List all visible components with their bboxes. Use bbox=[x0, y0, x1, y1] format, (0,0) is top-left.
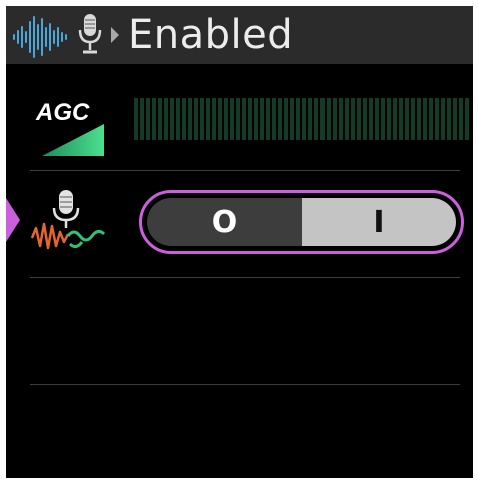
meter-segment bbox=[404, 98, 409, 140]
meter-segment bbox=[266, 98, 271, 140]
toggle-track: O I bbox=[147, 198, 456, 246]
caret-right-icon bbox=[111, 27, 119, 43]
meter-segment bbox=[446, 98, 451, 140]
meter-segment bbox=[350, 98, 355, 140]
agc-level-meter bbox=[134, 98, 469, 140]
meter-segment bbox=[344, 98, 349, 140]
noise-reduction-toggle[interactable]: O I bbox=[139, 190, 464, 254]
meter-segment bbox=[284, 98, 289, 140]
toggle-on-symbol: I bbox=[373, 204, 385, 240]
meter-segment bbox=[368, 98, 373, 140]
meter-segment bbox=[320, 98, 325, 140]
meter-segment bbox=[314, 98, 319, 140]
meter-segment bbox=[362, 98, 367, 140]
meter-segment bbox=[386, 98, 391, 140]
meter-segment bbox=[164, 98, 169, 140]
meter-segment bbox=[218, 98, 223, 140]
meter-segment bbox=[254, 98, 259, 140]
meter-segment bbox=[212, 98, 217, 140]
divider bbox=[30, 384, 460, 385]
agc-label: AGC bbox=[35, 99, 90, 126]
meter-segment bbox=[176, 98, 181, 140]
meter-segment bbox=[170, 98, 175, 140]
meter-segment bbox=[392, 98, 397, 140]
meter-segment bbox=[422, 98, 427, 140]
meter-segment bbox=[464, 98, 469, 140]
divider bbox=[30, 170, 460, 171]
meter-segment bbox=[326, 98, 331, 140]
meter-segment bbox=[428, 98, 433, 140]
header-bar: Enabled bbox=[6, 6, 473, 64]
meter-segment bbox=[374, 98, 379, 140]
toggle-off-symbol: O bbox=[211, 204, 238, 240]
page-title: Enabled bbox=[128, 12, 294, 58]
toggle-off-option[interactable]: O bbox=[147, 198, 302, 246]
meter-segment bbox=[206, 98, 211, 140]
meter-segment bbox=[182, 98, 187, 140]
meter-segment bbox=[398, 98, 403, 140]
meter-segment bbox=[146, 98, 151, 140]
meter-segment bbox=[230, 98, 235, 140]
meter-segment bbox=[194, 98, 199, 140]
meter-segment bbox=[188, 98, 193, 140]
meter-segment bbox=[272, 98, 277, 140]
meter-segment bbox=[458, 98, 463, 140]
meter-segment bbox=[308, 98, 313, 140]
meter-segment bbox=[290, 98, 295, 140]
meter-segment bbox=[452, 98, 457, 140]
meter-segment bbox=[140, 98, 145, 140]
meter-segment bbox=[332, 98, 337, 140]
meter-segment bbox=[248, 98, 253, 140]
toggle-on-option[interactable]: I bbox=[302, 198, 456, 246]
divider bbox=[30, 277, 460, 278]
microphone-icon bbox=[78, 14, 102, 54]
meter-segment bbox=[260, 98, 265, 140]
settings-screen: Enabled AGC O I bbox=[6, 6, 473, 478]
meter-segment bbox=[200, 98, 205, 140]
meter-segment bbox=[380, 98, 385, 140]
meter-segment bbox=[356, 98, 361, 140]
meter-segment bbox=[302, 98, 307, 140]
meter-segment bbox=[158, 98, 163, 140]
meter-segment bbox=[338, 98, 343, 140]
meter-segment bbox=[416, 98, 421, 140]
meter-segment bbox=[224, 98, 229, 140]
meter-segment bbox=[242, 98, 247, 140]
meter-segment bbox=[152, 98, 157, 140]
meter-segment bbox=[440, 98, 445, 140]
microphone-noise-icon bbox=[30, 190, 106, 250]
agc-ramp-icon: AGC bbox=[35, 99, 104, 156]
meter-segment bbox=[296, 98, 301, 140]
meter-segment bbox=[410, 98, 415, 140]
selection-marker bbox=[6, 198, 20, 242]
meter-segment bbox=[236, 98, 241, 140]
meter-segment bbox=[134, 98, 139, 140]
audio-waveform-icon bbox=[13, 16, 67, 58]
meter-segment bbox=[434, 98, 439, 140]
meter-segment bbox=[278, 98, 283, 140]
